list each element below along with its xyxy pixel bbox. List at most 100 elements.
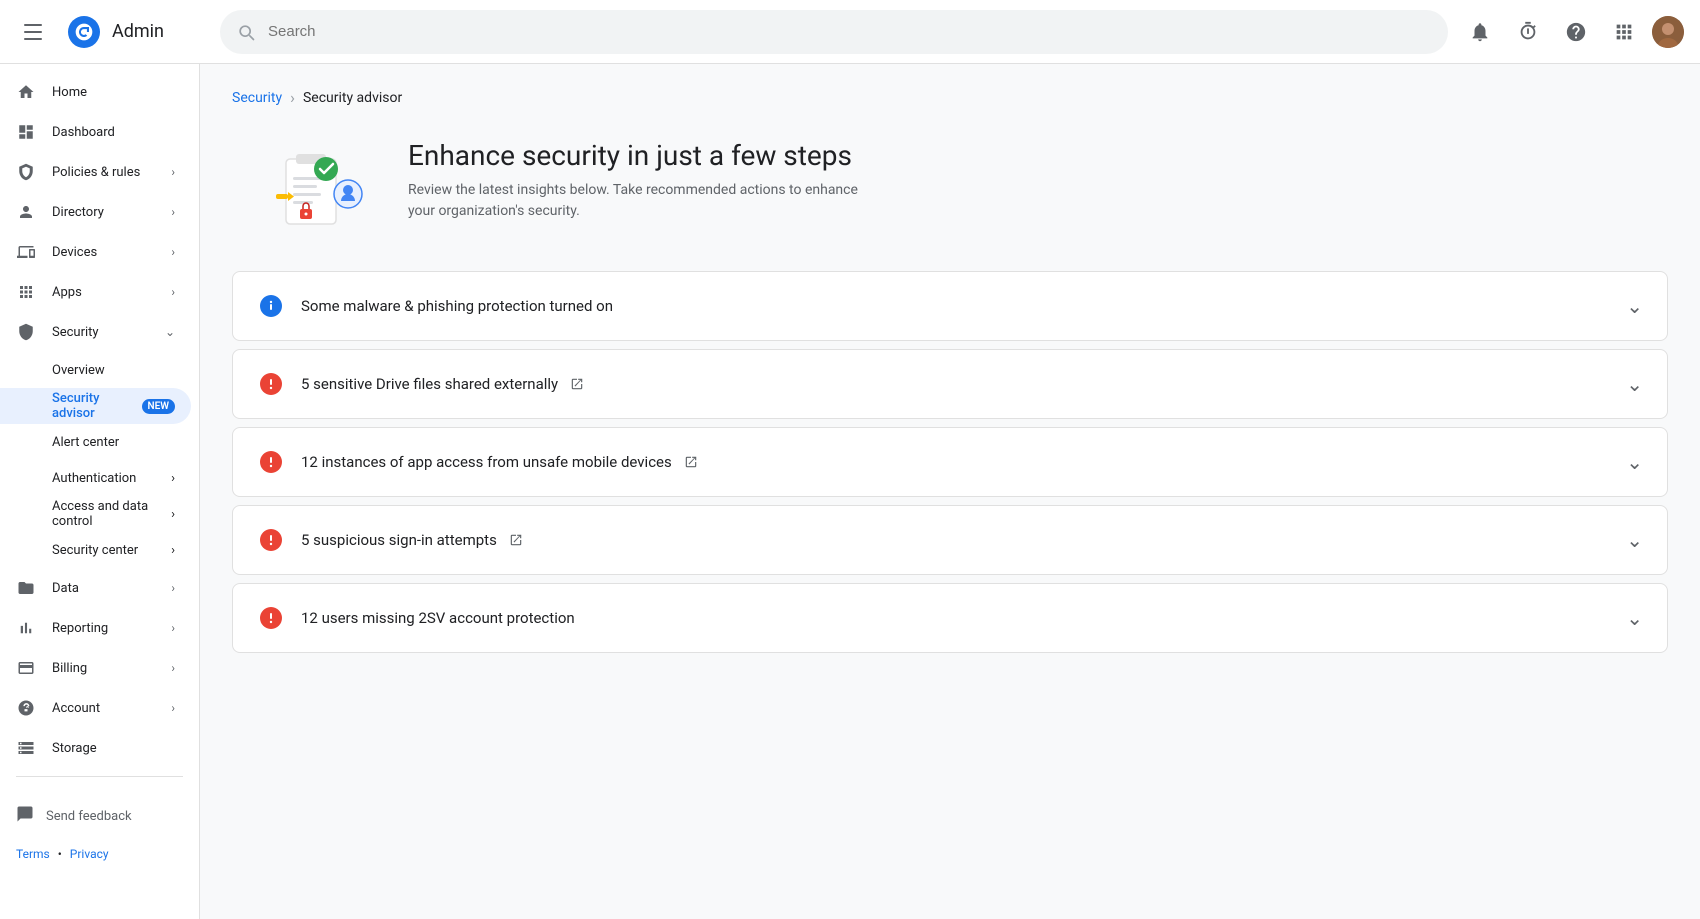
search-icon (236, 22, 256, 42)
sidebar-item-directory[interactable]: Directory › (0, 192, 191, 232)
policy-icon (16, 162, 36, 182)
sidebar-item-dashboard[interactable]: Dashboard (0, 112, 191, 152)
security-item-text: 5 suspicious sign-in attempts (301, 531, 1614, 549)
error-icon (257, 604, 285, 632)
error-circle-icon4 (259, 606, 283, 630)
sidebar-footer: Send feedback (0, 785, 199, 839)
expand-icon: ⌄ (1626, 372, 1643, 396)
bell-icon (1469, 21, 1491, 43)
hamburger-button[interactable] (16, 12, 56, 52)
storage-icon (16, 738, 36, 758)
hero-illustration (256, 139, 376, 239)
breadcrumb-parent[interactable]: Security (232, 90, 282, 106)
sidebar-item-label: Devices (52, 245, 155, 260)
expand-icon: ⌄ (1626, 450, 1643, 474)
sidebar-subitem-security-advisor[interactable]: Security advisor NEW (0, 388, 191, 424)
privacy-link[interactable]: Privacy (70, 847, 109, 861)
sidebar-item-devices[interactable]: Devices › (0, 232, 191, 272)
search-bar[interactable] (220, 10, 1448, 54)
external-link-icon2 (684, 455, 698, 469)
sidebar-subitem-label: Security center (52, 543, 138, 558)
chevron-right-icon: › (171, 621, 175, 635)
sidebar-item-billing[interactable]: Billing › (0, 648, 191, 688)
security-item-label: 5 sensitive Drive files shared externall… (301, 375, 558, 393)
timeout-button[interactable] (1508, 12, 1548, 52)
chevron-right-icon: › (171, 701, 175, 715)
sidebar-item-security[interactable]: Security ⌄ (0, 312, 191, 352)
security-item-drive[interactable]: 5 sensitive Drive files shared externall… (232, 349, 1668, 419)
apps-button[interactable] (1604, 12, 1644, 52)
apps-icon (16, 282, 36, 302)
sidebar-subitem-authentication[interactable]: Authentication › (0, 460, 191, 496)
app-title: Admin (112, 21, 164, 42)
home-icon (16, 82, 36, 102)
security-item-text: Some malware & phishing protection turne… (301, 297, 1614, 315)
error-circle-icon (259, 372, 283, 396)
security-item-text: 5 sensitive Drive files shared externall… (301, 375, 1614, 393)
sidebar-item-apps[interactable]: Apps › (0, 272, 191, 312)
feedback-icon (16, 805, 34, 827)
sidebar-item-data[interactable]: Data › (0, 568, 191, 608)
expand-icon: ⌄ (1626, 528, 1643, 552)
hero-subtitle: Review the latest insights below. Take r… (408, 180, 888, 222)
sidebar-subitem-label: Security advisor (52, 391, 136, 421)
content-area: Security › Security advisor (200, 64, 1700, 919)
security-list: Some malware & phishing protection turne… (232, 271, 1668, 661)
chevron-down-icon: ⌄ (165, 325, 175, 339)
sidebar-subitem-access-data-control[interactable]: Access and data control › (0, 496, 191, 532)
error-circle-icon3 (259, 528, 283, 552)
avatar[interactable] (1652, 16, 1684, 48)
main-layout: Home Dashboard Policies & rules › Direct… (0, 64, 1700, 919)
chevron-right-icon: › (171, 543, 175, 558)
sidebar-subitem-overview[interactable]: Overview (0, 352, 191, 388)
sidebar-item-account[interactable]: Account › (0, 688, 191, 728)
error-circle-icon2 (259, 450, 283, 474)
chevron-right-icon: › (171, 285, 175, 299)
expand-icon: ⌄ (1626, 606, 1643, 630)
security-item-signin[interactable]: 5 suspicious sign-in attempts ⌄ (232, 505, 1668, 575)
help-icon (1565, 21, 1587, 43)
topbar-left: Admin (16, 12, 208, 52)
account-icon (16, 698, 36, 718)
security-item-label: 12 instances of app access from unsafe m… (301, 453, 672, 471)
google-logo-svg (74, 22, 94, 42)
directory-icon (16, 202, 36, 222)
security-item-malware[interactable]: Some malware & phishing protection turne… (232, 271, 1668, 341)
sidebar-item-label: Policies & rules (52, 165, 155, 180)
sidebar-item-label: Data (52, 581, 155, 596)
sidebar-subitem-label: Access and data control (52, 499, 171, 529)
security-item-label: 5 suspicious sign-in attempts (301, 531, 497, 549)
sidebar-subitem-label: Overview (52, 363, 105, 378)
breadcrumb-separator: › (290, 88, 295, 107)
sidebar: Home Dashboard Policies & rules › Direct… (0, 64, 200, 919)
chevron-right-icon: › (171, 205, 175, 219)
sidebar-item-label: Home (52, 85, 175, 100)
chevron-right-icon: › (171, 581, 175, 595)
sidebar-item-policies[interactable]: Policies & rules › (0, 152, 191, 192)
sidebar-item-label: Account (52, 701, 155, 716)
terms-row: Terms • Privacy (0, 839, 199, 877)
timer-icon (1517, 21, 1539, 43)
sidebar-item-storage[interactable]: Storage (0, 728, 191, 768)
search-input[interactable] (268, 23, 1432, 40)
chevron-right-icon: › (171, 507, 175, 522)
sidebar-subitem-security-center[interactable]: Security center › (0, 532, 191, 568)
send-feedback-button[interactable]: Send feedback (16, 801, 183, 831)
external-link-icon (570, 377, 584, 391)
expand-icon: ⌄ (1626, 294, 1643, 318)
terms-separator: • (58, 847, 62, 861)
folder-icon (16, 578, 36, 598)
help-button[interactable] (1556, 12, 1596, 52)
sidebar-item-label: Storage (52, 741, 175, 756)
sidebar-subitem-alert-center[interactable]: Alert center (0, 424, 191, 460)
hero-text: Enhance security in just a few steps Rev… (408, 139, 888, 222)
breadcrumb: Security › Security advisor (232, 88, 1668, 107)
security-item-2sv[interactable]: 12 users missing 2SV account protection … (232, 583, 1668, 653)
security-item-app-access[interactable]: 12 instances of app access from unsafe m… (232, 427, 1668, 497)
terms-link[interactable]: Terms (16, 847, 50, 861)
sidebar-item-reporting[interactable]: Reporting › (0, 608, 191, 648)
sidebar-subitem-label: Alert center (52, 435, 119, 450)
notifications-button[interactable] (1460, 12, 1500, 52)
warning-icon (257, 292, 285, 320)
sidebar-item-home[interactable]: Home (0, 72, 191, 112)
